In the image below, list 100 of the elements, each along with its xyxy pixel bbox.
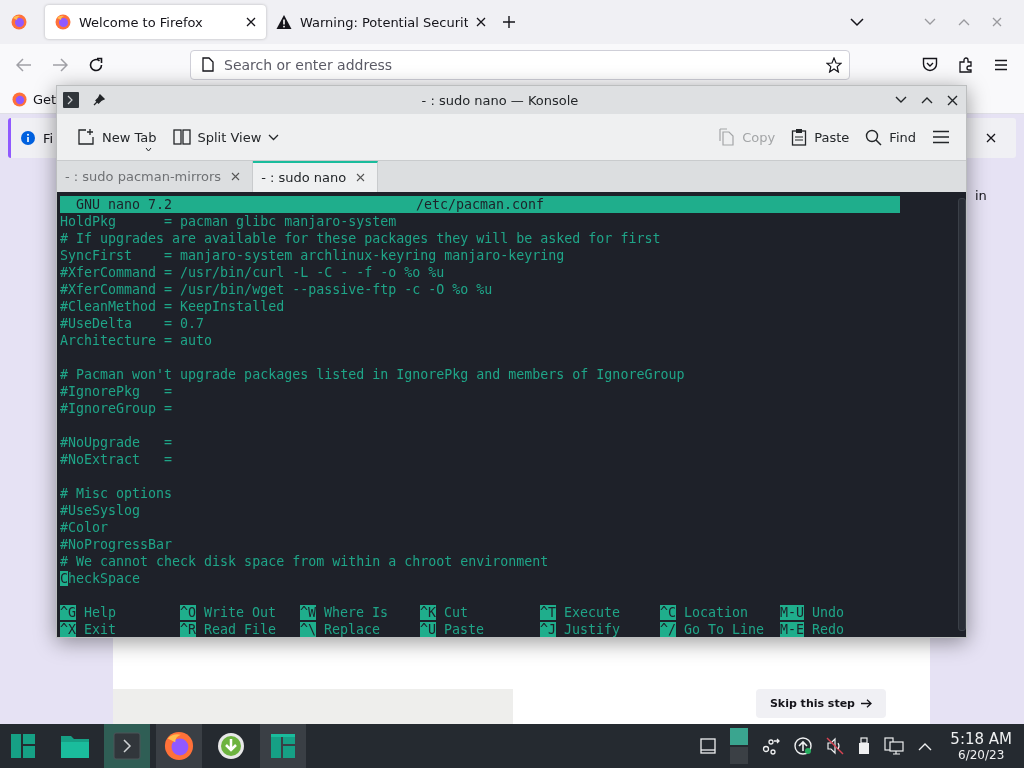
code-line: # If upgrades are available for these packages they will be asked for first xyxy=(60,231,661,246)
code-line: #CleanMethod = KeepInstalled xyxy=(60,299,285,314)
shortcut-key: M-U xyxy=(780,605,805,620)
terminal-tab[interactable]: - : sudo nano xyxy=(253,161,379,192)
find-button[interactable]: Find xyxy=(859,124,922,150)
code-line: #XferCommand = /usr/bin/wget --passive-ftp -c -O %o %u xyxy=(60,282,493,297)
firefox-logo-icon[interactable] xyxy=(11,14,27,30)
bookmark-item[interactable]: Get xyxy=(12,91,57,107)
code-line: #IgnorePkg = xyxy=(60,384,173,399)
split-view-icon xyxy=(172,129,191,145)
search-icon xyxy=(865,128,883,146)
code-line: SyncFirst = manjaro-system archlinux-keyring manjaro-keyring xyxy=(60,248,565,263)
shortcut-key: ^U xyxy=(420,622,436,637)
shortcut-label: Go To Line xyxy=(684,622,765,637)
close-icon[interactable] xyxy=(947,94,958,106)
grid-logo-icon xyxy=(269,732,297,760)
close-icon[interactable] xyxy=(356,173,366,182)
paste-button[interactable]: Paste xyxy=(785,124,856,150)
browser-tab[interactable]: Warning: Potential Securit xyxy=(266,5,496,39)
menu-icon xyxy=(932,130,950,144)
shortcut-label: Replace xyxy=(324,622,381,637)
shortcut-key: ^O xyxy=(180,605,196,620)
window-icon[interactable] xyxy=(700,738,717,754)
shortcut-label: Exit xyxy=(84,622,117,637)
shortcut-label: Redo xyxy=(812,622,845,637)
caret-icon xyxy=(268,133,280,141)
close-icon[interactable] xyxy=(246,17,256,27)
download-icon xyxy=(217,732,245,760)
welcome-taskbar-button[interactable] xyxy=(260,724,306,768)
menu-icon[interactable] xyxy=(994,58,1008,71)
info-icon xyxy=(21,131,35,145)
desktop-pager-icon[interactable] xyxy=(730,728,749,764)
code-line: HoldPkg = pacman glibc manjaro-system xyxy=(60,214,397,229)
clock[interactable]: 5:18 AM 6/20/23 xyxy=(950,731,1012,761)
code-line: #XferCommand = /usr/bin/curl -L -C - -f -o %o %u xyxy=(60,265,445,280)
split-view-button[interactable]: Split View xyxy=(166,125,286,149)
new-tab-icon xyxy=(77,128,95,146)
clipboard-icon xyxy=(791,128,808,146)
scrollbar[interactable] xyxy=(958,198,966,631)
close-icon[interactable] xyxy=(476,17,486,27)
shortcut-label: Location xyxy=(684,605,749,620)
code-line: #Color xyxy=(60,520,109,535)
star-icon[interactable] xyxy=(826,56,842,73)
shortcut-key: ^/ xyxy=(660,622,676,637)
address-field[interactable]: Search or enter address xyxy=(190,49,850,80)
chevron-down-icon[interactable] xyxy=(850,17,864,27)
shortcut-label: Paste xyxy=(444,622,485,637)
network-icon[interactable] xyxy=(884,737,905,755)
shortcut-key: ^T xyxy=(540,605,556,620)
pin-icon[interactable] xyxy=(93,94,105,106)
minimize-icon[interactable] xyxy=(895,96,907,104)
new-tab-button[interactable]: New Tab xyxy=(71,124,163,150)
page-icon xyxy=(202,56,214,72)
folder-icon xyxy=(60,733,90,759)
new-tab-icon[interactable] xyxy=(502,15,516,29)
shortcut-key: ^K xyxy=(420,605,436,620)
pocket-icon[interactable] xyxy=(922,57,938,72)
shortcut-key: ^G xyxy=(60,605,76,620)
muted-speaker-icon[interactable] xyxy=(826,737,845,755)
shortcut-label: Undo xyxy=(812,605,845,620)
skip-button[interactable]: Skip this step xyxy=(755,689,886,718)
shortcut-key: ^J xyxy=(540,622,556,637)
caret-icon xyxy=(145,147,152,152)
window-title: - : sudo nano — Konsole xyxy=(420,92,580,108)
code-line: #NoProgressBar xyxy=(60,537,173,552)
shortcut-label: Write Out xyxy=(204,605,277,620)
copy-icon xyxy=(719,128,736,146)
firefox-logo-icon xyxy=(164,731,194,761)
shortcut-label: Help xyxy=(84,605,117,620)
puzzle-icon[interactable] xyxy=(958,56,974,73)
share-icon[interactable] xyxy=(762,737,781,755)
terminal-icon xyxy=(113,732,141,760)
usb-drive-icon[interactable] xyxy=(858,737,871,755)
code-line: #UseSyslog xyxy=(60,503,141,518)
code-line: CheckSpace xyxy=(60,571,141,586)
firefox-logo-icon xyxy=(12,91,27,107)
editor-version: GNU nano 7.2 xyxy=(75,196,174,213)
code-line: #NoExtract = xyxy=(60,452,173,467)
shortcut-key: ^X xyxy=(60,622,76,637)
notification-text: Fi xyxy=(43,130,54,146)
arrow-right-icon xyxy=(861,699,872,708)
shortcut-key: M-E xyxy=(780,622,805,637)
code-line: # Misc options xyxy=(60,486,173,501)
shortcut-label: Execute xyxy=(564,605,621,620)
expand-icon[interactable] xyxy=(918,741,933,751)
reload-icon[interactable] xyxy=(88,56,104,73)
terminal-app-icon xyxy=(63,92,79,108)
browser-tab[interactable]: Welcome to Firefox xyxy=(45,5,266,39)
code-line: # Pacman won't upgrade packages listed in IgnorePkg and members of IgnoreGroup xyxy=(60,367,685,382)
firefox-taskbar-button[interactable] xyxy=(156,724,202,768)
shortcut-label: Cut xyxy=(444,605,469,620)
firefox-logo-icon xyxy=(55,14,71,30)
update-icon[interactable] xyxy=(794,737,813,755)
code-line: #NoUpgrade = xyxy=(60,435,173,450)
maximize-icon[interactable] xyxy=(921,96,933,104)
shortcut-key: ^C xyxy=(660,605,676,620)
close-icon[interactable] xyxy=(986,133,996,143)
file-name: /etc/pacman.conf xyxy=(415,196,545,213)
shortcut-label: Where Is xyxy=(324,605,389,620)
clock-time: 5:18 AM xyxy=(950,731,1012,747)
